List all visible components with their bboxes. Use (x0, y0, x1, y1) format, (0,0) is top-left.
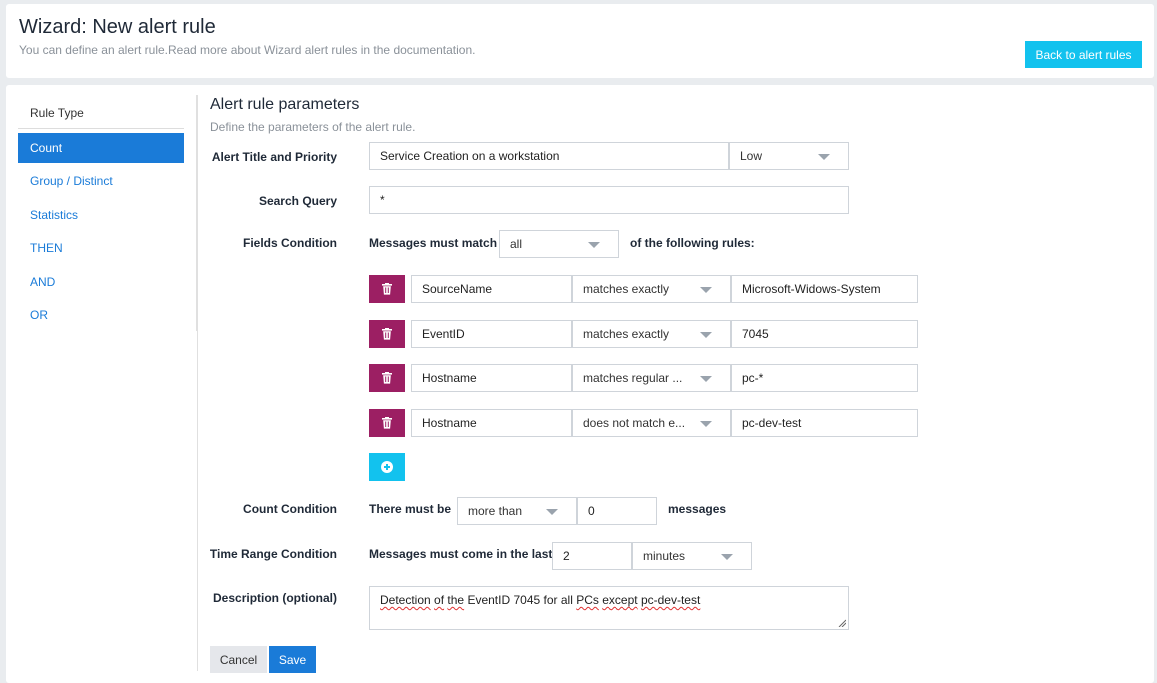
priority-select[interactable]: Low (729, 142, 849, 170)
page-header: Wizard: New alert rule You can define an… (6, 4, 1154, 78)
rule-field-input[interactable]: Hostname (411, 409, 572, 437)
rule-operator-value: matches exactly (583, 282, 670, 296)
description-word: of (434, 593, 445, 607)
section-title: Alert rule parameters (210, 96, 360, 113)
chevron-down-icon (818, 154, 830, 160)
chevron-down-icon (700, 421, 712, 427)
alert-title-input[interactable]: Service Creation on a workstation (369, 142, 729, 170)
sidebar-title: Rule Type (18, 97, 184, 129)
delete-rule-button[interactable] (369, 275, 405, 303)
rule-field-input[interactable]: SourceName (411, 275, 572, 303)
count-condition-label: Count Condition (243, 502, 337, 516)
description-word: Detection (380, 593, 431, 607)
rule-operator-select[interactable]: matches exactly (572, 275, 731, 303)
priority-select-value: Low (740, 149, 763, 163)
resize-grip-icon[interactable] (838, 619, 846, 627)
description-word: the (447, 593, 465, 607)
time-range-amount-input[interactable]: 2 (552, 542, 632, 570)
rule-type-sidebar: Rule Type Count Group / Distinct Statist… (18, 97, 184, 330)
time-range-condition-label: Time Range Condition (209, 547, 337, 561)
rule-operator-select[interactable]: matches regular ... (572, 364, 731, 392)
back-to-alert-rules-button[interactable]: Back to alert rules (1025, 41, 1142, 68)
match-mode-select[interactable]: all (499, 230, 619, 258)
rule-value-input[interactable]: pc-dev-test (731, 409, 918, 437)
search-query-input[interactable]: * (369, 186, 849, 214)
count-condition-suffix: messages (668, 502, 727, 516)
fields-condition-prefix: Messages must match (369, 236, 498, 250)
description-word: EventID (467, 593, 511, 607)
chevron-down-icon (721, 554, 733, 560)
description-word: 7045 (513, 593, 541, 607)
add-rule-button[interactable] (369, 453, 405, 481)
description-word: pc-dev-test (640, 593, 701, 607)
sidebar-item-and[interactable]: AND (18, 267, 184, 297)
rule-field-input[interactable]: Hostname (411, 364, 572, 392)
search-query-label: Search Query (258, 194, 337, 208)
fields-condition-label: Fields Condition (243, 236, 337, 250)
description-word: except (602, 593, 638, 607)
trash-icon (382, 328, 392, 340)
chevron-down-icon (700, 287, 712, 293)
chevron-down-icon (588, 242, 600, 248)
sidebar-divider-lower (197, 331, 198, 671)
fields-condition-suffix: of the following rules: (630, 236, 755, 250)
match-mode-value: all (510, 237, 523, 251)
trash-icon (382, 372, 392, 384)
description-label: Description (optional) (213, 591, 337, 605)
save-button[interactable]: Save (269, 646, 316, 673)
page-subtitle: You can define an alert rule.Read more a… (19, 43, 476, 57)
time-range-prefix: Messages must come in the last (369, 547, 553, 561)
chevron-down-icon (700, 376, 712, 382)
description-word: all (560, 593, 573, 607)
count-threshold-input[interactable]: 0 (577, 497, 657, 525)
count-condition-prefix: There must be (369, 502, 452, 516)
description-word: PCs (576, 593, 599, 607)
rule-value-input[interactable]: 7045 (731, 320, 918, 348)
trash-icon (382, 283, 392, 295)
sidebar-item-or[interactable]: OR (18, 300, 184, 330)
chevron-down-icon (546, 509, 558, 515)
alert-title-priority-label: Alert Title and Priority (211, 150, 337, 164)
time-range-unit-select[interactable]: minutes (632, 542, 752, 570)
rule-operator-value: matches regular ... (583, 371, 683, 385)
rule-operator-value: matches exactly (583, 327, 670, 341)
rule-operator-select[interactable]: does not match e... (572, 409, 731, 437)
chevron-down-icon (700, 332, 712, 338)
delete-rule-button[interactable] (369, 409, 405, 437)
delete-rule-button[interactable] (369, 320, 405, 348)
delete-rule-button[interactable] (369, 364, 405, 392)
rule-operator-value: does not match e... (583, 416, 686, 430)
rule-value-input[interactable]: Microsoft-Widows-System (731, 275, 918, 303)
trash-icon (382, 417, 392, 429)
rule-operator-select[interactable]: matches exactly (572, 320, 731, 348)
rule-value-input[interactable]: pc-* (731, 364, 918, 392)
count-comparator-select[interactable]: more than (457, 497, 577, 525)
count-comparator-value: more than (468, 504, 523, 518)
time-range-unit-value: minutes (643, 549, 686, 563)
sidebar-divider (196, 95, 198, 331)
page-title: Wizard: New alert rule (19, 16, 216, 38)
cancel-button[interactable]: Cancel (210, 646, 267, 673)
section-subtitle: Define the parameters of the alert rule. (210, 120, 416, 134)
sidebar-item-group-distinct[interactable]: Group / Distinct (18, 166, 184, 196)
rule-field-input[interactable]: EventID (411, 320, 572, 348)
plus-circle-icon (381, 461, 393, 473)
description-word: for (543, 593, 558, 607)
description-textarea[interactable]: Detection of the EventID 7045 for all PC… (369, 586, 849, 630)
main-panel: Rule Type Count Group / Distinct Statist… (6, 85, 1154, 683)
